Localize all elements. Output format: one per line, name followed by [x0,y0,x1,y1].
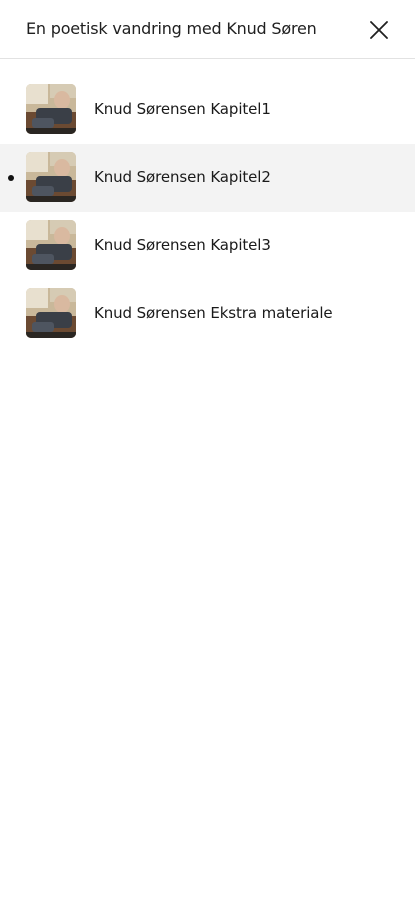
header-bar: En poetisk vandring med Knud Søren [0,0,415,59]
close-button[interactable] [364,15,394,45]
chapter-item-3[interactable]: Knud Sørensen Kapitel3 [0,212,415,280]
chapter-label: Knud Sørensen Kapitel2 [94,168,271,186]
close-icon [370,21,388,39]
chapter-thumbnail [26,152,76,202]
chapter-label: Knud Sørensen Ekstra materiale [94,304,333,322]
now-playing-indicator [8,175,14,181]
chapter-item-1[interactable]: Knud Sørensen Kapitel1 [0,76,415,144]
chapter-thumbnail [26,84,76,134]
chapter-item-4[interactable]: Knud Sørensen Ekstra materiale [0,280,415,348]
page-title: En poetisk vandring med Knud Søren [26,19,317,38]
chapter-label: Knud Sørensen Kapitel1 [94,100,271,118]
chapter-list: Knud Sørensen Kapitel1 Knud Sørensen Kap… [0,76,415,348]
chapter-thumbnail [26,288,76,338]
chapter-item-2[interactable]: Knud Sørensen Kapitel2 [0,144,415,212]
chapter-label: Knud Sørensen Kapitel3 [94,236,271,254]
chapter-thumbnail [26,220,76,270]
